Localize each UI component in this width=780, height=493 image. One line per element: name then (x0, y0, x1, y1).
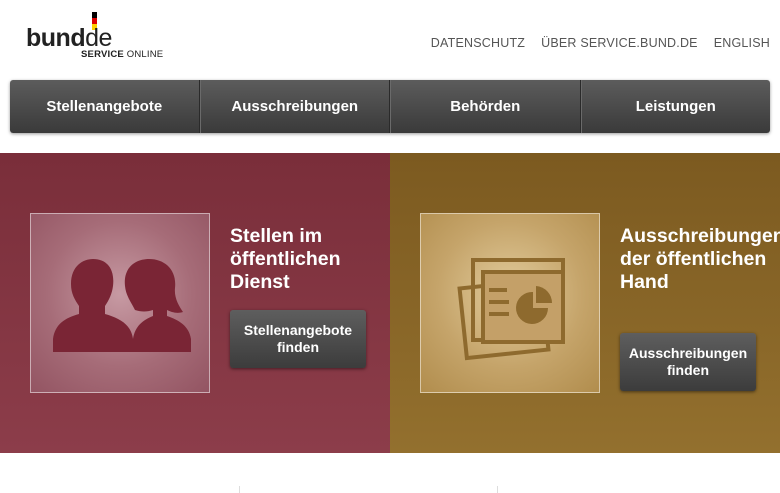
people-icon (30, 213, 210, 393)
logo[interactable]: bundde SERVICE ONLINE (26, 12, 166, 62)
documents-chart-icon (420, 213, 600, 393)
find-jobs-button[interactable]: Stellenangebote finden (230, 310, 366, 368)
divider (239, 486, 240, 493)
main-nav: Stellenangebote Ausschreibungen Behörden… (10, 80, 770, 133)
jobs-tile: Stellen im öffentlichen Dienst Stellenan… (0, 153, 390, 453)
jobs-tile-title: Stellen im öffentlichen Dienst (230, 225, 341, 293)
logo-part-de: de (85, 24, 112, 52)
header: bundde SERVICE ONLINE DATENSCHUTZ ÜBER S… (0, 0, 780, 80)
logo-part-bund: bund (26, 24, 86, 52)
top-links: DATENSCHUTZ ÜBER SERVICE.BUND.DE ENGLISH (431, 36, 770, 50)
nav-leistungen[interactable]: Leistungen (580, 80, 771, 133)
find-tenders-button[interactable]: Ausschreibungen finden (620, 333, 756, 391)
nav-ausschreibungen[interactable]: Ausschreibungen (199, 80, 390, 133)
link-ueber[interactable]: ÜBER SERVICE.BUND.DE (541, 36, 698, 50)
tenders-tile: Ausschreibungen der öffentlichen Hand Au… (390, 153, 780, 453)
tenders-tile-title: Ausschreibungen der öffentlichen Hand (620, 225, 780, 293)
nav-stellenangebote[interactable]: Stellenangebote (10, 80, 200, 133)
nav-behoerden[interactable]: Behörden (390, 80, 581, 133)
link-english[interactable]: ENGLISH (714, 36, 770, 50)
divider (497, 486, 498, 493)
logo-sub-bold: SERVICE (81, 49, 124, 60)
logo-sub-light: ONLINE (123, 49, 164, 60)
link-datenschutz[interactable]: DATENSCHUTZ (431, 36, 525, 50)
logo-subtitle: SERVICE ONLINE (81, 49, 163, 60)
